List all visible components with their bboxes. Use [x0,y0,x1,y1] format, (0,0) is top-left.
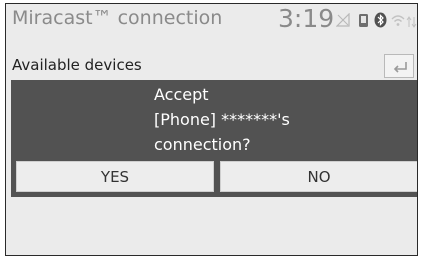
no-button[interactable]: NO [220,161,417,192]
yes-button-label: YES [100,167,130,186]
head-unit-screen: Miracast™ connection 3:19 Available devi… [5,3,418,256]
title-bar: Miracast™ connection 3:19 [6,4,417,38]
status-icons [335,10,417,33]
bluetooth-icon [374,12,387,32]
back-icon [393,62,407,73]
available-devices-label: Available devices [12,56,142,74]
no-button-label: NO [307,167,331,186]
dialog-line-1: Accept [154,85,209,104]
wifi-icon [391,12,405,31]
back-button[interactable] [384,54,414,78]
signal-icon [335,12,350,31]
yes-button[interactable]: YES [16,161,214,192]
dialog-line-3: connection? [154,135,251,154]
phone-icon [358,13,369,32]
dialog-line-2: [Phone] *******'s [154,110,290,129]
clock: 3:19 [278,4,335,33]
data-arrows-icon [406,14,417,33]
screen-title: Miracast™ connection [12,7,223,29]
